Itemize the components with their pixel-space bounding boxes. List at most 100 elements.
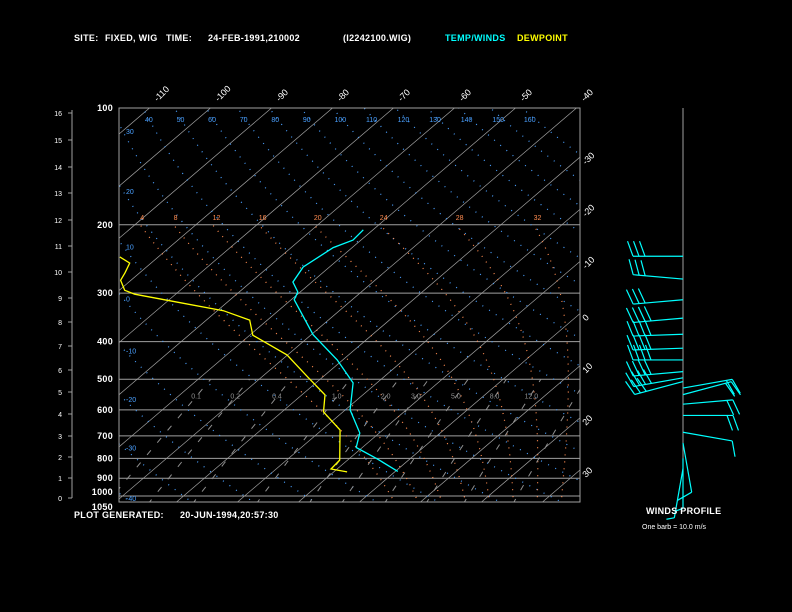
pressure-label-800: 800 [97, 453, 113, 463]
isotherm--10 [297, 260, 580, 502]
wind-staff [633, 299, 684, 305]
isotherm--80 [119, 108, 333, 291]
isotherm--50 [119, 108, 516, 448]
dry-adiabat-label: 50 [177, 117, 185, 124]
wind-barb-full [637, 288, 646, 304]
legend-temp-winds: TEMP/WINDS [445, 33, 506, 43]
dry-adiabat-60 [205, 108, 580, 424]
dry-adiabat--40 [119, 492, 132, 502]
height-label-16: 16 [54, 111, 62, 118]
isotherm--120 [0, 108, 89, 504]
wind-barb-full [625, 307, 634, 323]
wind-barb-full [638, 320, 646, 336]
isotherm-0 [358, 313, 580, 502]
wind-barb-full [643, 306, 652, 322]
wind-barb [677, 442, 693, 501]
height-axis: 012345678910111213141516 [54, 111, 72, 503]
dry-adiabat-30 [119, 122, 563, 502]
isotherm-label-right: 10 [580, 361, 594, 375]
height-label-7: 7 [58, 344, 62, 351]
dry-adiabat-160 [521, 108, 580, 156]
dry-adiabat-label: 160 [524, 117, 536, 124]
isotherm-label-top: -50 [518, 87, 534, 103]
moist-adiabat-label: 16 [259, 215, 267, 222]
isotherm-label-top: -110 [152, 84, 171, 103]
wind-barb [626, 334, 684, 351]
pressure-label-400: 400 [97, 337, 113, 347]
mixing-ratio-label: 3.0 [411, 393, 421, 400]
winds-profile-title: WINDS PROFILE [646, 506, 721, 516]
dry-adiabat-20 [119, 183, 502, 502]
dry-adiabat-100 [332, 108, 580, 312]
pressure-label-900: 900 [97, 473, 113, 483]
mixing-ratio-label: 5.0 [451, 393, 461, 400]
wind-barb [628, 259, 684, 280]
moist-adiabat-32 [533, 224, 570, 502]
site-label: SITE: [74, 33, 99, 43]
isotherm-20 [480, 417, 580, 502]
wind-barb-full [625, 361, 634, 377]
dry-adiabat-10 [119, 239, 440, 502]
isotherm--40 [119, 108, 577, 500]
dry-adiabat-label: -30 [126, 446, 136, 453]
moist-adiabat-label: 32 [534, 215, 542, 222]
wind-barb-full [732, 415, 740, 431]
wind-barb [682, 431, 736, 457]
height-label-13: 13 [54, 191, 62, 198]
wind-barb [626, 240, 683, 257]
isotherm-40 [601, 108, 792, 504]
wind-barb-full [628, 259, 634, 275]
isotherm-label-right: -10 [580, 255, 596, 271]
wind-barb-full [625, 289, 634, 305]
wind-barb-full [632, 240, 640, 257]
dry-adiabat-label: 10 [126, 244, 134, 251]
height-label-6: 6 [58, 368, 62, 375]
wind-barb-full [631, 360, 640, 376]
isotherm--100 [119, 108, 211, 187]
isotherm-label-top: -40 [579, 87, 595, 103]
wind-barb [625, 359, 684, 377]
dry-adiabat-label: 70 [240, 117, 248, 124]
plot-frame [118, 107, 581, 503]
isotherm--20 [236, 208, 580, 502]
wind-barb-full [726, 400, 735, 416]
dry-adiabat-label: 0 [126, 296, 130, 303]
mixing-ratio-label: 0.1 [191, 393, 201, 400]
wind-staff [682, 442, 693, 493]
wind-barb-full [638, 240, 646, 257]
moist-adiabat-label: 4 [140, 215, 144, 222]
dry-adiabat-150 [489, 108, 580, 181]
wind-barb-half [666, 517, 675, 520]
time-label: TIME: [166, 33, 192, 43]
height-label-12: 12 [54, 218, 62, 225]
wind-barb-full [644, 320, 652, 336]
plot-generated-value: 20-JUN-1994,20:57:30 [180, 510, 279, 520]
moist-adiabat-label: 8 [174, 215, 178, 222]
wind-barb-full [732, 399, 741, 415]
mixing-ratio-label: 8.0 [490, 393, 500, 400]
skewt-chart: SITE: FIXED, WIG TIME: 24-FEB-1991,21000… [0, 0, 792, 612]
time-value: 24-FEB-1991,210002 [208, 33, 300, 43]
dry-adiabat-label: 30 [126, 129, 134, 136]
isotherm-label-top: -100 [213, 84, 233, 104]
dry-adiabat-140 [458, 108, 580, 207]
mixing-ratio-label: 1.0 [332, 393, 342, 400]
wind-staff [682, 431, 733, 442]
dry-adiabat-label: 80 [271, 117, 279, 124]
isotherm-label-top: -70 [396, 87, 412, 103]
dry-adiabat-110 [363, 108, 580, 286]
moist-adiabat-24 [379, 224, 514, 502]
wind-barb-full [626, 240, 634, 257]
legend-dewpoint: DEWPOINT [517, 33, 568, 43]
dry-adiabat-label: 120 [398, 117, 410, 124]
pressure-label-1000: 1000 [92, 487, 113, 497]
isotherm--130 [0, 108, 28, 504]
height-label-5: 5 [58, 390, 62, 397]
wind-barb-full [631, 307, 640, 323]
wind-barb-full [731, 379, 741, 394]
dry-adiabat-label: 60 [208, 117, 216, 124]
wind-barb [625, 306, 684, 324]
pressure-label-200: 200 [97, 220, 113, 230]
pressure-label-300: 300 [97, 288, 113, 298]
height-label-2: 2 [58, 455, 62, 462]
